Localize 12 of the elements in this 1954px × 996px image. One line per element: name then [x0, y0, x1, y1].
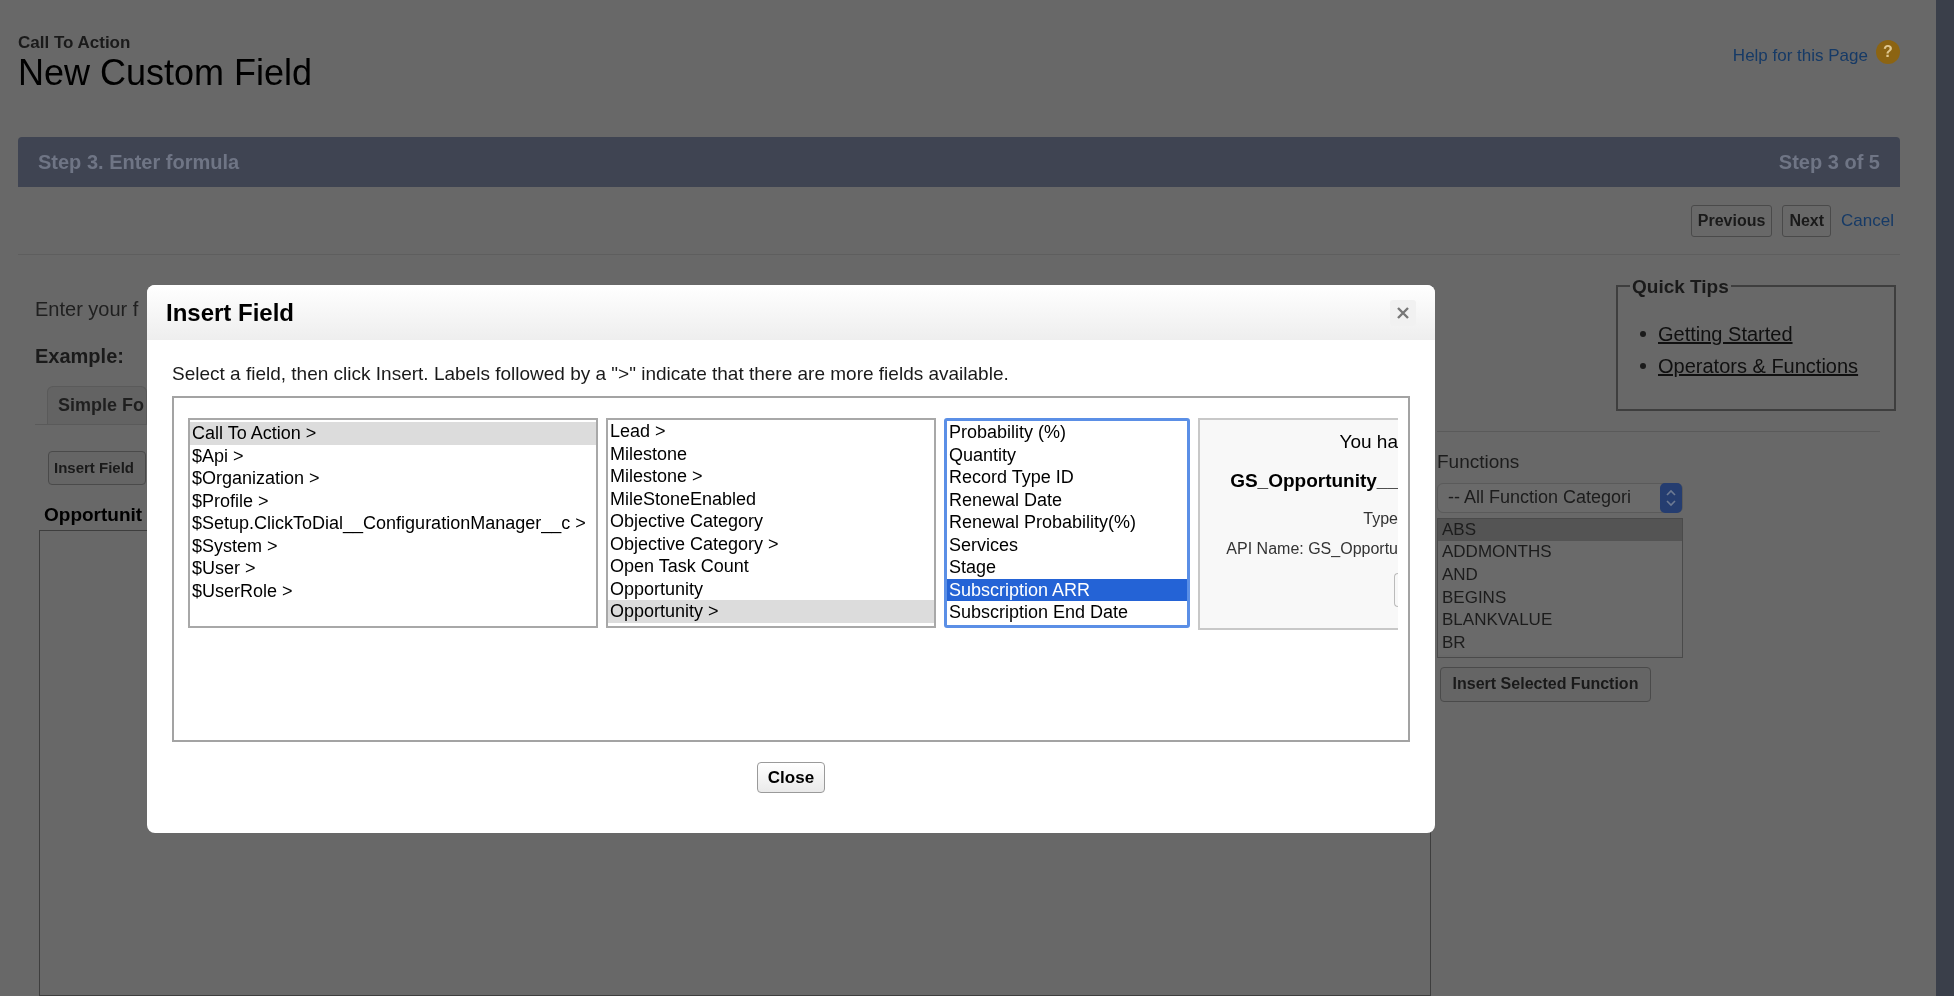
- preview-api-name: API Name: GS_Opportu: [1226, 539, 1398, 559]
- preview-type: Type: [1363, 509, 1398, 529]
- page-title: New Custom Field: [18, 53, 313, 93]
- preview-notice: You ha: [1339, 430, 1398, 454]
- dialog-title: Insert Field: [166, 297, 295, 328]
- example-label: Example:: [35, 344, 124, 369]
- breadcrumb: Call To Action: [18, 33, 132, 53]
- formula-intro: Enter your f: [35, 297, 139, 321]
- preview-field-name: GS_Opportunity__: [1230, 468, 1398, 493]
- functions-label: Functions: [1437, 450, 1521, 474]
- field-label: Opportunit: [44, 503, 143, 527]
- dialog-description: Select a field, then click Insert. Labels followed by a ">" indicate that there are more fields available.: [172, 362, 1009, 386]
